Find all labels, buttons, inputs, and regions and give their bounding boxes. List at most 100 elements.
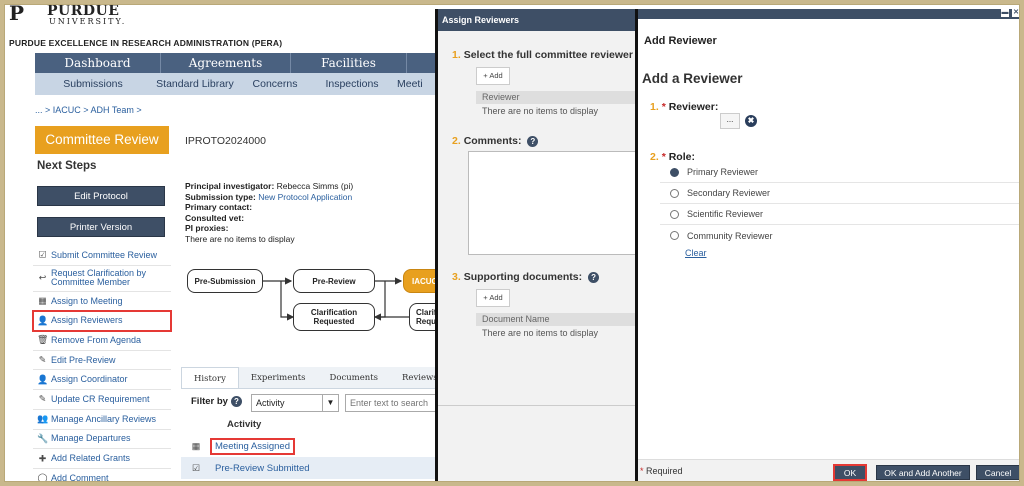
action-label: Assign Reviewers [51,315,123,326]
radio-selected[interactable] [670,167,679,177]
nav-dashboard[interactable]: Dashboard [35,53,161,73]
role-scientific-reviewer[interactable]: Scientific Reviewer [660,204,1019,225]
nav-agreements[interactable]: Agreements [161,53,291,73]
document-column-header[interactable]: Document Name [476,313,638,326]
reviewer-column-header[interactable]: Reviewer [476,91,638,104]
dialog-titlebar: ▬ ✕ [638,9,1019,19]
action-manage-departures[interactable]: 🔧 Manage Departures [33,430,171,450]
role-community-reviewer[interactable]: Community Reviewer [660,225,1019,246]
dialog-title: Add Reviewer [644,35,717,47]
help-icon[interactable]: ? [588,272,600,283]
action-submit-committee-review[interactable]: ☑ Submit Committee Review [33,246,171,266]
action-assign-to-meeting[interactable]: ▦ Assign to Meeting [33,292,171,312]
dialog-heading: Add a Reviewer [642,71,743,86]
action-label: Update CR Requirement [51,393,150,404]
action-label: Add Related Grants [51,453,131,464]
activity-list: ☑ Submit Committee Review ↩ Request Clar… [32,246,172,482]
printer-version-button[interactable]: Printer Version [37,217,165,237]
action-label: Manage Ancillary Reviews [51,413,157,424]
checkbox-icon: ☑ [191,462,201,473]
system-name: PURDUE EXCELLENCE IN RESEARCH ADMINISTRA… [9,38,283,48]
step-number: 2. [650,151,659,163]
consulted-vet-label: Consulted vet: [185,212,245,223]
history-row-meeting-assigned[interactable]: ▦ Meeting Assigned [181,435,437,457]
submission-type-link[interactable]: New Protocol Application [258,192,352,202]
wrench-icon: 🔧 [37,433,49,444]
add-reviewer-button[interactable]: + Add [476,67,510,85]
role-primary-reviewer[interactable]: Primary Reviewer [660,162,1019,183]
workflow-diagram: Pre-Submission Pre-Review IACUC Clarific… [181,263,437,355]
tab-experiments[interactable]: Experiments [239,367,318,388]
secondary-nav: Submissions Standard Library Concerns In… [35,73,437,95]
plus-icon: ✚ [38,453,47,464]
action-edit-pre-review[interactable]: ✎ Edit Pre-Review [33,351,171,371]
nav-submissions[interactable]: Submissions [35,73,151,95]
history-row-label[interactable]: Pre-Review Submitted [211,463,310,474]
edit-protocol-button[interactable]: Edit Protocol [37,186,165,206]
chevron-down-icon: ▼ [322,395,338,411]
purdue-logo[interactable]: P PURDUE UNIVERSITY. [9,5,209,27]
logo-sub: UNIVERSITY. [49,17,127,26]
help-icon[interactable]: ? [527,136,539,147]
nav-standard-library[interactable]: Standard Library [151,73,239,95]
step-reviewer: 1. * Reviewer: [650,101,718,113]
action-assign-coordinator[interactable]: 👤 Assign Coordinator [33,370,171,391]
ok-button[interactable]: OK [833,464,867,481]
ok-and-add-another-button[interactable]: OK and Add Another [876,465,970,480]
role-label: Primary Reviewer [687,167,759,177]
action-assign-reviewers[interactable]: 👤 Assign Reviewers [32,310,172,333]
nav-inspections[interactable]: Inspections [311,73,393,95]
action-manage-ancillary-reviews[interactable]: 👥 Manage Ancillary Reviews [33,410,171,430]
logo-mark: P [9,5,24,25]
action-label: Add Comment [51,472,109,482]
activity-column-header[interactable]: Activity [227,419,261,430]
step-label: Supporting documents: [463,271,583,283]
action-add-related-grants[interactable]: ✚ Add Related Grants [33,449,171,469]
select-reviewer-button[interactable]: ... [720,113,740,129]
radio-unselected[interactable] [670,209,679,219]
add-document-button[interactable]: + Add [476,289,510,307]
action-label: Submit Committee Review [51,249,158,260]
tab-documents[interactable]: Documents [318,367,391,388]
cancel-button[interactable]: Cancel [976,465,1019,480]
clear-role-link[interactable]: Clear [685,248,707,258]
filter-select[interactable]: Activity ▼ [251,394,339,412]
reply-icon: ↩ [38,272,47,283]
pi-label: Principal investigator: [185,181,275,191]
history-search-input[interactable] [345,394,437,412]
submission-type-label: Submission type: [185,191,256,202]
role-label: Scientific Reviewer [687,209,764,219]
minimize-icon[interactable]: ▬ [1001,9,1009,17]
history-row-label[interactable]: Meeting Assigned [210,437,295,455]
action-remove-from-agenda[interactable]: 🗑 Remove From Agenda [33,331,171,351]
pencil-icon: ✎ [38,393,47,404]
step-number: 3. [452,271,461,283]
nav-meetings[interactable]: Meeti [393,73,437,95]
history-row-pre-review-submitted[interactable]: ☑ Pre-Review Submitted [181,457,437,479]
nav-facilities[interactable]: Facilities [291,53,407,73]
help-icon[interactable]: ? [230,396,242,407]
calendar-icon: ▦ [191,440,201,451]
action-request-clarification[interactable]: ↩ Request Clarification by Committee Mem… [33,266,171,292]
radio-unselected[interactable] [670,188,679,198]
nav-concerns[interactable]: Concerns [239,73,311,95]
comments-textarea[interactable] [468,151,638,255]
clear-reviewer-icon[interactable]: ✖ [745,115,757,127]
user-add-icon: 👤 [37,374,49,385]
tab-history[interactable]: History [181,367,239,388]
role-secondary-reviewer[interactable]: Secondary Reviewer [660,183,1019,204]
action-label: Request Clarification by Committee Membe… [51,268,147,288]
required-label: Required [646,466,683,476]
filter-label: Filter by [191,396,228,407]
action-update-cr-requirement[interactable]: ✎ Update CR Requirement [33,390,171,410]
tab-reviews[interactable]: Reviews [390,367,437,388]
user-add-icon: 👤 [37,315,49,326]
close-icon[interactable]: ✕ [1012,9,1019,17]
breadcrumb[interactable]: ... > IACUC > ADH Team > [35,105,142,115]
role-label: Community Reviewer [687,230,773,241]
action-add-comment[interactable]: ◯ Add Comment [33,469,171,482]
action-label: Assign Coordinator [51,374,128,385]
radio-unselected[interactable] [670,231,679,240]
role-radio-group: Primary Reviewer Secondary Reviewer Scie… [660,162,1019,246]
step-label: Select the full committee reviewer [463,49,633,61]
